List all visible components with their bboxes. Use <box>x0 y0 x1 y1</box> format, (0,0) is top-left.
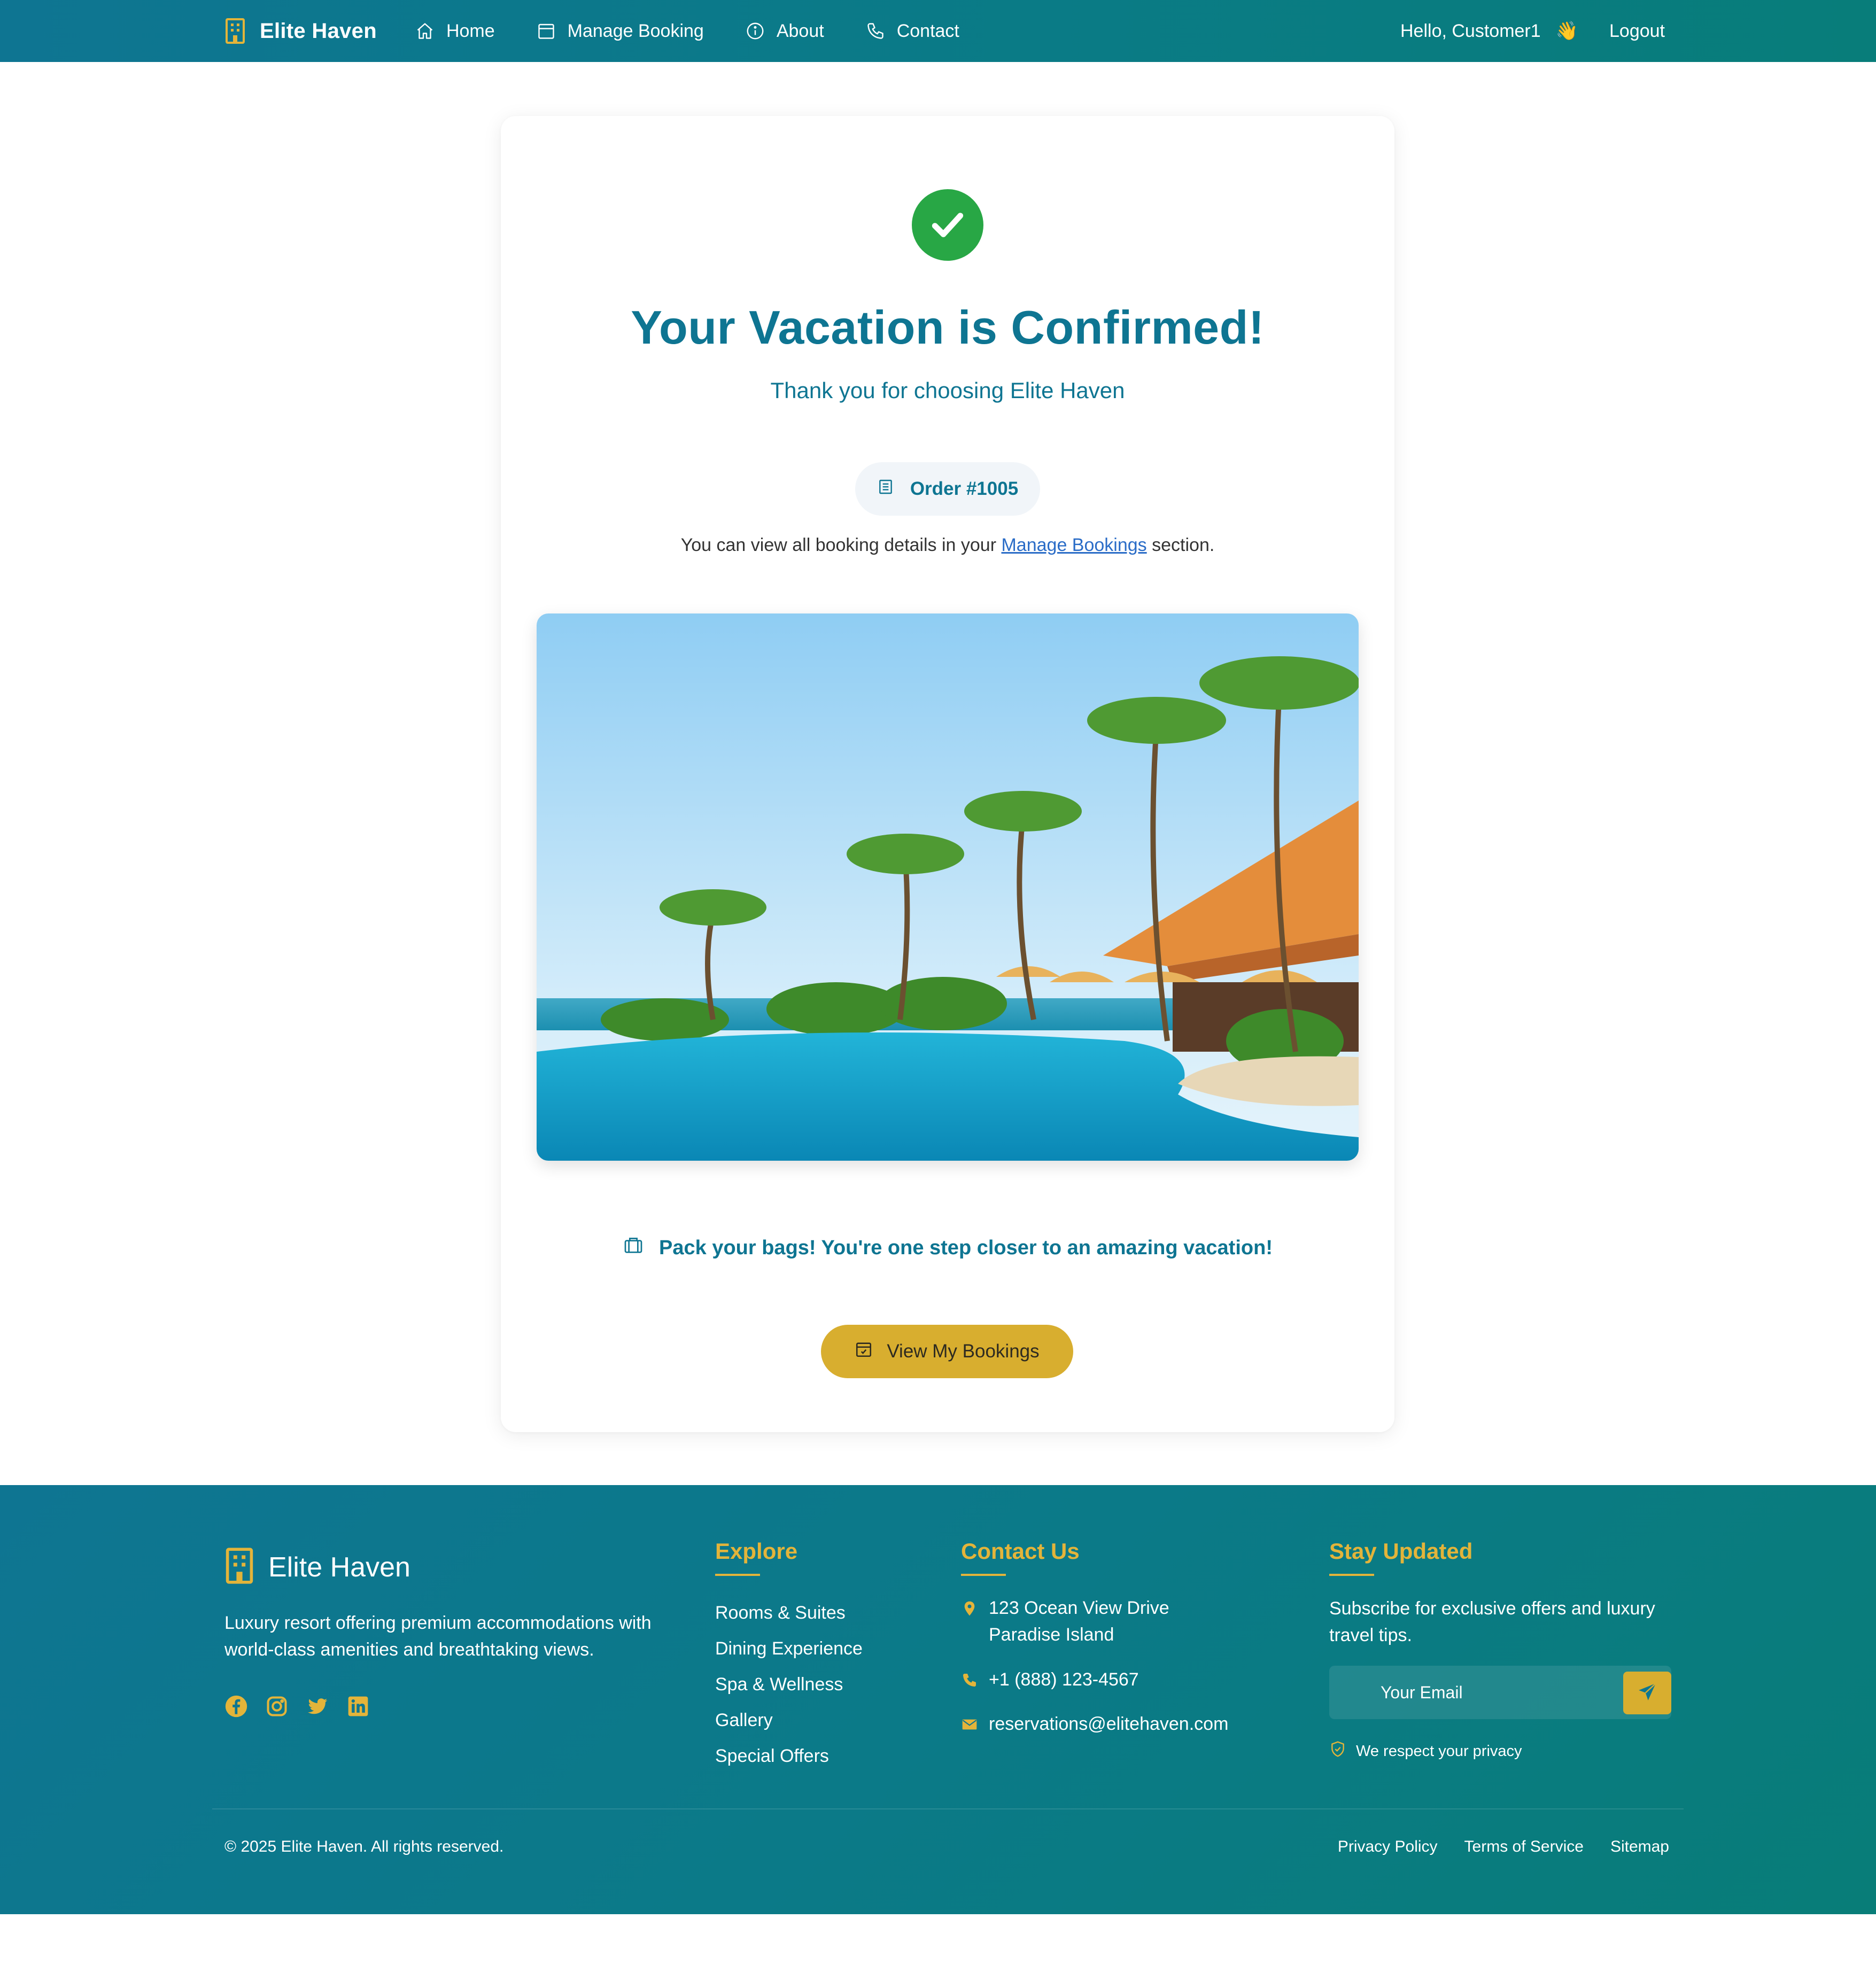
map-pin-icon <box>961 1595 978 1648</box>
explore-links: Rooms & Suites Dining Experience Spa & W… <box>715 1595 863 1774</box>
details-suffix: section. <box>1152 535 1215 555</box>
calendar-icon <box>537 21 556 41</box>
nav-link-label: Contact <box>896 20 959 41</box>
building-icon <box>224 1547 254 1587</box>
explore-link[interactable]: Dining Experience <box>715 1631 863 1667</box>
user-greeting: Hello, Customer1 <box>1400 20 1541 41</box>
calendar-check-icon <box>855 1340 873 1363</box>
booking-details-text: You can view all booking details in your… <box>501 535 1394 556</box>
manage-bookings-link[interactable]: Manage Bookings <box>1001 535 1146 555</box>
legal-links: Privacy Policy Terms of Service Sitemap <box>1338 1838 1669 1856</box>
navbar: Elite Haven Home Manage Booking About Co… <box>0 0 1876 62</box>
contact-address: 123 Ocean View Drive Paradise Island <box>961 1595 1169 1648</box>
privacy-policy-link[interactable]: Privacy Policy <box>1338 1838 1438 1856</box>
explore-link[interactable]: Spa & Wellness <box>715 1667 863 1703</box>
contact-email: reservations@elitehaven.com <box>961 1711 1228 1741</box>
confirmation-subtitle: Thank you for choosing Elite Haven <box>770 378 1125 403</box>
nav-link-label: About <box>776 20 824 41</box>
waving-hand-icon: 👋 <box>1555 21 1578 41</box>
nav-links: Home Manage Booking About Contact <box>415 21 959 42</box>
instagram-icon[interactable] <box>265 1695 289 1718</box>
order-badge: Order #1005 <box>855 462 1040 516</box>
resort-pool-image <box>537 613 1359 1161</box>
nav-link-contact[interactable]: Contact <box>866 21 959 42</box>
nav-link-manage-booking[interactable]: Manage Booking <box>537 21 704 42</box>
social-links <box>224 1695 370 1718</box>
sitemap-link[interactable]: Sitemap <box>1610 1838 1669 1856</box>
nav-link-label: Home <box>446 20 495 41</box>
contact-heading: Contact Us <box>961 1539 1080 1576</box>
shield-icon <box>1329 1741 1346 1762</box>
suitcase-icon <box>623 1234 644 1261</box>
view-bookings-button[interactable]: View My Bookings <box>821 1325 1073 1378</box>
address-line-2: Paradise Island <box>989 1625 1114 1645</box>
info-icon <box>746 21 765 41</box>
copyright: © 2025 Elite Haven. All rights reserved. <box>224 1838 504 1855</box>
pack-bags-message: Pack your bags! You're one step closer t… <box>501 1234 1394 1261</box>
pack-bags-text: Pack your bags! You're one step closer t… <box>659 1236 1273 1259</box>
footer-brand-name: Elite Haven <box>268 1551 410 1583</box>
order-number: Order #1005 <box>910 478 1019 499</box>
newsletter-text: Subscribe for exclusive offers and luxur… <box>1329 1598 1655 1645</box>
confirmation-title: Your Vacation is Confirmed! <box>631 301 1265 354</box>
privacy-text: We respect your privacy <box>1356 1742 1522 1760</box>
view-bookings-label: View My Bookings <box>887 1341 1040 1362</box>
user-area: Hello, Customer1 👋 Logout <box>1400 20 1665 42</box>
phone-icon <box>961 1666 978 1696</box>
footer: Elite Haven Luxury resort offering premi… <box>0 1485 1876 1914</box>
explore-heading: Explore <box>715 1539 798 1576</box>
newsletter-email-input[interactable] <box>1329 1666 1623 1719</box>
nav-link-label: Manage Booking <box>567 20 704 41</box>
check-circle-icon <box>912 189 983 261</box>
newsletter-form <box>1329 1666 1671 1719</box>
envelope-icon <box>961 1711 978 1741</box>
footer-brand[interactable]: Elite Haven <box>224 1547 410 1587</box>
footer-about-text: Luxury resort offering premium accommoda… <box>224 1613 652 1660</box>
explore-link[interactable]: Rooms & Suites <box>715 1595 863 1631</box>
building-icon <box>224 18 246 44</box>
terms-of-service-link[interactable]: Terms of Service <box>1464 1838 1584 1856</box>
facebook-icon[interactable] <box>224 1695 248 1718</box>
brand-link[interactable]: Elite Haven <box>224 18 377 44</box>
nav-link-about[interactable]: About <box>746 21 824 42</box>
phone-icon <box>866 21 885 41</box>
phone-number: +1 (888) 123-4567 <box>989 1669 1139 1690</box>
privacy-note: We respect your privacy <box>1329 1741 1522 1762</box>
linkedin-icon[interactable] <box>346 1695 370 1718</box>
details-prefix: You can view all booking details in your <box>680 535 997 555</box>
brand-name: Elite Haven <box>260 19 377 43</box>
receipt-icon <box>877 478 894 500</box>
contact-phone: +1 (888) 123-4567 <box>961 1666 1139 1696</box>
newsletter-heading: Stay Updated <box>1329 1539 1473 1576</box>
paper-plane-icon <box>1637 1682 1657 1705</box>
explore-link[interactable]: Gallery <box>715 1703 863 1738</box>
explore-link[interactable]: Special Offers <box>715 1738 863 1774</box>
logout-link[interactable]: Logout <box>1609 21 1665 42</box>
newsletter-submit-button[interactable] <box>1623 1672 1671 1714</box>
footer-divider <box>212 1808 1684 1809</box>
home-icon <box>415 21 435 41</box>
address-line-1: 123 Ocean View Drive <box>989 1598 1169 1618</box>
twitter-icon[interactable] <box>306 1695 329 1718</box>
email-address: reservations@elitehaven.com <box>989 1714 1229 1734</box>
confirmation-card: Your Vacation is Confirmed! Thank you fo… <box>501 116 1394 1432</box>
nav-link-home[interactable]: Home <box>415 21 495 42</box>
